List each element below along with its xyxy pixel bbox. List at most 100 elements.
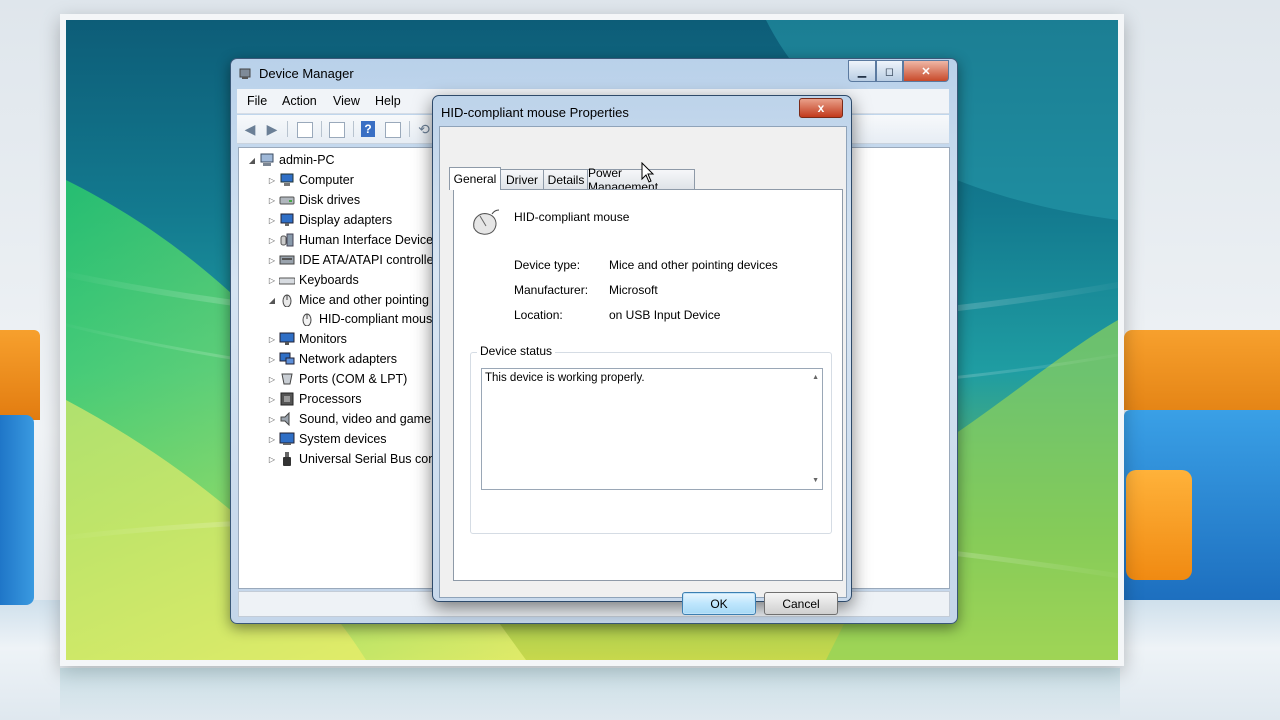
tree-root-label: admin-PC (279, 153, 335, 167)
tree-item[interactable]: ▷ Computer (267, 171, 354, 189)
device-manager-icon (239, 68, 251, 79)
port-icon (281, 373, 293, 385)
caption-buttons: ▁ ◻ ✕ (848, 60, 949, 82)
scroll-down-icon[interactable]: ▼ (812, 477, 819, 484)
tree-item[interactable]: ▷ Monitors (267, 330, 347, 348)
tree-child-item[interactable]: HID-compliant mous (287, 310, 432, 328)
tree-item[interactable]: ▷ Universal Serial Bus cont (267, 450, 439, 468)
location-label: Location: (514, 308, 563, 322)
properties-body: General Driver Details Power Management … (439, 126, 847, 615)
view-icon[interactable] (385, 122, 401, 138)
ok-button[interactable]: OK (682, 592, 756, 615)
sofa-left-backrest (0, 330, 40, 420)
tree-item-label: Ports (COM & LPT) (299, 372, 408, 386)
tree-root[interactable]: ◢ admin-PC (247, 151, 335, 169)
expand-icon[interactable]: ▷ (267, 196, 277, 205)
toolbar-separator (353, 121, 354, 137)
tree-item-expanded[interactable]: ◢ Mice and other pointing (267, 291, 429, 309)
expand-icon[interactable]: ▷ (267, 395, 277, 404)
tree-item[interactable]: ▷ Sound, video and game (267, 410, 431, 428)
tab-general[interactable]: General (449, 167, 501, 190)
cancel-button[interactable]: Cancel (764, 592, 838, 615)
tree-item-label: Display adapters (299, 213, 393, 227)
device-type-value: Mice and other pointing devices (609, 258, 778, 272)
computer-icon (280, 173, 294, 186)
maximize-button[interactable]: ◻ (876, 60, 903, 82)
back-arrow-icon[interactable]: ◀ (241, 120, 259, 138)
menu-help[interactable]: Help (375, 94, 401, 108)
tree-item-label: HID-compliant mous (319, 312, 433, 326)
device-type-label: Device type: (514, 258, 581, 272)
tree-item-label: System devices (299, 432, 387, 446)
close-button[interactable]: x (799, 98, 843, 118)
device-status-group: Device status This device is working pro… (470, 344, 832, 534)
expand-icon[interactable]: ▷ (267, 276, 277, 285)
tree-item[interactable]: ▷ Keyboards (267, 271, 359, 289)
forward-arrow-icon[interactable]: ▶ (263, 120, 281, 138)
minimize-button[interactable]: ▁ (848, 60, 876, 82)
tab-driver[interactable]: Driver (499, 169, 545, 189)
show-hide-tree-icon[interactable] (297, 122, 313, 138)
tree-item-label: Mice and other pointing (299, 293, 429, 307)
expand-icon[interactable]: ▷ (267, 236, 277, 245)
tree-item-label: IDE ATA/ATAPI controlle (299, 253, 434, 267)
tree-item-label: Keyboards (299, 273, 359, 287)
tab-details[interactable]: Details (543, 169, 589, 189)
mouse-icon (302, 313, 312, 326)
tree-item-label: Human Interface Device (299, 233, 434, 247)
expand-icon[interactable]: ▷ (267, 415, 277, 424)
tree-item-label: Disk drives (299, 193, 361, 207)
expand-icon[interactable]: ▷ (267, 176, 277, 185)
device-status-textbox[interactable]: This device is working properly. ▲ ▼ (481, 368, 823, 490)
system-device-icon (279, 432, 295, 445)
toolbar-separator (321, 121, 322, 137)
monitor-icon (279, 332, 295, 345)
expand-icon[interactable]: ▷ (267, 256, 277, 265)
collapse-icon[interactable]: ◢ (267, 296, 277, 305)
processor-icon (280, 392, 294, 406)
manufacturer-label: Manufacturer: (514, 283, 589, 297)
mouse-icon (473, 209, 500, 235)
tree-item[interactable]: ▷ Network adapters (267, 350, 397, 368)
computer-icon (260, 153, 274, 166)
mouse-icon (282, 294, 292, 307)
menu-action[interactable]: Action (282, 94, 317, 108)
menu-file[interactable]: File (247, 94, 267, 108)
tree-item-label: Processors (299, 392, 362, 406)
ide-controller-icon (279, 255, 295, 265)
menu-view[interactable]: View (333, 94, 360, 108)
manufacturer-value: Microsoft (609, 283, 658, 297)
tree-item[interactable]: ▷ Ports (COM & LPT) (267, 370, 407, 388)
help-icon[interactable]: ? (361, 121, 375, 137)
expand-icon[interactable]: ▷ (267, 455, 277, 464)
expand-icon[interactable]: ▷ (267, 216, 277, 225)
tree-item-label: Computer (299, 173, 354, 187)
sofa-right-backrest (1124, 330, 1280, 410)
tree-item[interactable]: ▷ Processors (267, 390, 362, 408)
scroll-up-icon[interactable]: ▲ (812, 374, 819, 381)
device-name: HID-compliant mouse (514, 210, 630, 224)
expand-icon[interactable]: ▷ (267, 355, 277, 364)
usb-icon (283, 452, 291, 466)
tree-item[interactable]: ▷ Display adapters (267, 211, 392, 229)
close-button[interactable]: ✕ (903, 60, 949, 82)
close-icon: x (817, 101, 825, 115)
properties-icon[interactable] (329, 122, 345, 138)
tree-item[interactable]: ▷ IDE ATA/ATAPI controlle (267, 251, 434, 269)
tree-item[interactable]: ▷ Human Interface Device (267, 231, 433, 249)
properties-title: HID-compliant mouse Properties (441, 105, 629, 120)
scan-hardware-icon[interactable]: ⟲ (415, 120, 433, 138)
sound-icon (280, 412, 290, 426)
hid-icon (280, 233, 294, 247)
keyboard-icon (279, 277, 295, 285)
collapse-icon[interactable]: ◢ (247, 156, 257, 165)
tree-item-label: Monitors (299, 332, 347, 346)
toolbar-separator (409, 121, 410, 137)
tree-item[interactable]: ▷ Disk drives (267, 191, 360, 209)
expand-icon[interactable]: ▷ (267, 375, 277, 384)
expand-icon[interactable]: ▷ (267, 435, 277, 444)
floor-reflection (60, 668, 1120, 720)
expand-icon[interactable]: ▷ (267, 335, 277, 344)
tree-item[interactable]: ▷ System devices (267, 430, 387, 448)
location-value: on USB Input Device (609, 308, 721, 322)
